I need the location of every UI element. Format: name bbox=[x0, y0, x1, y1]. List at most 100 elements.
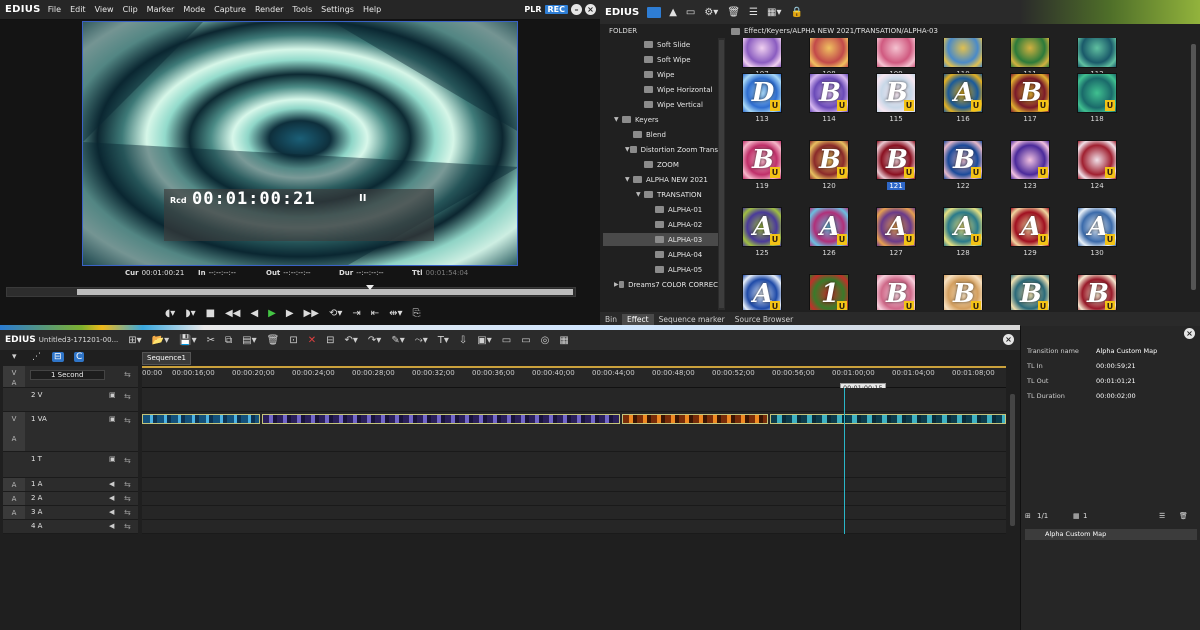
track-4a[interactable]: 4 A ◀ ⇆ bbox=[3, 520, 138, 534]
match-frame-icon[interactable]: ⇹▾ bbox=[389, 308, 402, 319]
video-clip[interactable] bbox=[262, 414, 620, 424]
tree-scrollbar[interactable] bbox=[718, 38, 725, 310]
tree-item[interactable]: ▶ Dreams7 COLOR CORREC bbox=[603, 278, 718, 291]
menu-capture[interactable]: Capture bbox=[214, 5, 246, 14]
tab-effect[interactable]: Effect bbox=[621, 313, 654, 325]
effect-thumbnail[interactable]: B U 122 bbox=[943, 140, 983, 192]
effect-thumbnail[interactable]: U 118 bbox=[1077, 73, 1117, 125]
track-sync-icon[interactable]: ⇆ bbox=[124, 456, 131, 465]
track-visible-icon[interactable]: ▣ bbox=[109, 391, 116, 399]
tree-item[interactable]: ALPHA-01 bbox=[603, 203, 718, 216]
info-layer-item[interactable]: Alpha Custom Map bbox=[1025, 529, 1197, 540]
menu-help[interactable]: Help bbox=[363, 5, 381, 14]
trash-icon[interactable]: 🗑 bbox=[267, 335, 280, 346]
step-back-icon[interactable]: ◀ bbox=[250, 308, 258, 319]
effect-thumbnail[interactable]: 1U132 bbox=[809, 274, 849, 310]
stop-icon[interactable]: ■ bbox=[206, 308, 215, 319]
grid-scroll-thumb[interactable] bbox=[1191, 44, 1196, 290]
set-out-icon[interactable]: ◗▾ bbox=[185, 308, 195, 319]
delete-clip-icon[interactable]: ✕ bbox=[308, 335, 316, 346]
effect-thumbnail[interactable]: B U 119 bbox=[742, 140, 782, 192]
video-clip[interactable] bbox=[770, 414, 1006, 424]
speaker-icon[interactable]: ◀ bbox=[109, 494, 114, 502]
speaker-icon[interactable]: ◀ bbox=[109, 480, 114, 488]
link-icon[interactable]: ⋰ bbox=[32, 352, 41, 362]
sequence-menu-icon[interactable]: ⊞▾ bbox=[128, 335, 141, 346]
lane-4a[interactable] bbox=[142, 520, 1006, 534]
menu-clip[interactable]: Clip bbox=[123, 5, 138, 14]
folder-icon[interactable] bbox=[647, 6, 662, 18]
position-scrubber[interactable] bbox=[6, 285, 576, 297]
export-icon[interactable]: ⊟ bbox=[326, 335, 334, 346]
menu-view[interactable]: View bbox=[95, 5, 114, 14]
menu-file[interactable]: File bbox=[48, 5, 61, 14]
export-icon[interactable]: ⎘ bbox=[413, 308, 421, 319]
tree-scroll-thumb[interactable] bbox=[719, 40, 724, 308]
tree-item[interactable]: ALPHA-05 bbox=[603, 263, 718, 276]
minimize-icon[interactable]: – bbox=[571, 4, 582, 15]
tree-item[interactable]: ▼ ALPHA NEW 2021 bbox=[603, 173, 718, 186]
scrubber-head[interactable] bbox=[365, 285, 374, 290]
tree-item[interactable]: Wipe Vertical bbox=[603, 98, 718, 111]
info-close-icon[interactable]: × bbox=[1184, 328, 1195, 339]
track-sync-icon[interactable]: ⇆ bbox=[124, 494, 131, 503]
menu-settings[interactable]: Settings bbox=[321, 5, 354, 14]
fast-forward-icon[interactable]: ▶▶ bbox=[304, 308, 319, 319]
lane-3a[interactable] bbox=[142, 506, 1006, 520]
ripple-icon[interactable]: ⊡ bbox=[289, 335, 297, 346]
menu-tools[interactable]: Tools bbox=[292, 5, 312, 14]
track-2a[interactable]: A 2 A ◀ ⇆ bbox=[3, 492, 138, 506]
effect-thumbnail[interactable]: B U 117 bbox=[1010, 73, 1050, 125]
title-icon[interactable]: T▾ bbox=[438, 335, 449, 346]
track-1t[interactable]: 1 T ▣ ⇆ bbox=[3, 452, 138, 478]
effect-thumbnail[interactable]: A U 128 bbox=[943, 207, 983, 259]
timescale-select[interactable]: 1 Second bbox=[30, 370, 105, 380]
track-sync-icon[interactable]: ⇆ bbox=[124, 480, 131, 489]
timeline-cursor[interactable] bbox=[844, 388, 845, 534]
scale-sync-icon[interactable]: ⇆ bbox=[124, 370, 131, 379]
lane-2a[interactable] bbox=[142, 492, 1006, 506]
effect-thumbnail[interactable]: BU134 bbox=[943, 274, 983, 310]
lane-2v[interactable] bbox=[142, 388, 1006, 412]
tree-item[interactable]: Wipe bbox=[603, 68, 718, 81]
tree-item[interactable]: ALPHA-02 bbox=[603, 218, 718, 231]
menu-render[interactable]: Render bbox=[255, 5, 283, 14]
cut-icon[interactable]: ✂ bbox=[207, 335, 215, 346]
list-view-icon[interactable]: ☰ bbox=[749, 7, 758, 18]
add-icon[interactable]: ⊞ bbox=[1025, 512, 1031, 520]
up-icon[interactable]: ▲ bbox=[669, 7, 677, 18]
import-icon[interactable]: ⇩ bbox=[459, 335, 467, 346]
step-forward-icon[interactable]: ▶ bbox=[286, 308, 294, 319]
effect-thumbnail[interactable]: A U 130 bbox=[1077, 207, 1117, 259]
tree-item[interactable]: Wipe Horizontal bbox=[603, 83, 718, 96]
lane-1a[interactable] bbox=[142, 478, 1006, 492]
menu-marker[interactable]: Marker bbox=[147, 5, 175, 14]
track-1a[interactable]: A 1 A ◀ ⇆ bbox=[3, 478, 138, 492]
speaker-icon[interactable]: ◀ bbox=[109, 508, 114, 516]
tree-item[interactable]: Soft Slide bbox=[603, 38, 718, 51]
effect-thumbnail[interactable]: A U 125 bbox=[742, 207, 782, 259]
timeline-close-icon[interactable]: × bbox=[1003, 334, 1014, 345]
effect-thumbnail[interactable]: AU131 bbox=[742, 274, 782, 310]
tab-source-browser[interactable]: Source Browser bbox=[730, 314, 799, 325]
edit-mode-icon[interactable]: ✎▾ bbox=[391, 335, 404, 346]
tree-item[interactable]: ALPHA-03 bbox=[603, 233, 718, 246]
redo-icon[interactable]: ↷▾ bbox=[368, 335, 381, 346]
info-panel-icon[interactable]: ▭ bbox=[521, 335, 530, 346]
tree-item[interactable]: ▼ Distortion Zoom Trans bbox=[603, 143, 718, 156]
paste-icon[interactable]: ▤▾ bbox=[242, 335, 256, 346]
tab-bin[interactable]: Bin bbox=[600, 314, 622, 325]
menu-mode[interactable]: Mode bbox=[183, 5, 205, 14]
play-icon[interactable]: ▶ bbox=[268, 308, 276, 319]
close-icon[interactable]: × bbox=[585, 4, 596, 15]
lane-1va[interactable] bbox=[142, 412, 1006, 452]
list-icon[interactable]: ☰ bbox=[1159, 512, 1165, 520]
track-visible-icon[interactable]: ▣ bbox=[109, 415, 116, 423]
vectorscope-icon[interactable]: ◎ bbox=[541, 335, 550, 346]
track-sync-icon[interactable]: ⇆ bbox=[124, 392, 131, 401]
snap-icon[interactable]: ⤳▾ bbox=[415, 335, 428, 346]
tree-item[interactable]: Soft Wipe bbox=[603, 53, 718, 66]
grid-view-icon[interactable]: ▦▾ bbox=[767, 7, 781, 18]
effect-thumbnail[interactable]: B U 120 bbox=[809, 140, 849, 192]
tree-item[interactable]: ALPHA-04 bbox=[603, 248, 718, 261]
